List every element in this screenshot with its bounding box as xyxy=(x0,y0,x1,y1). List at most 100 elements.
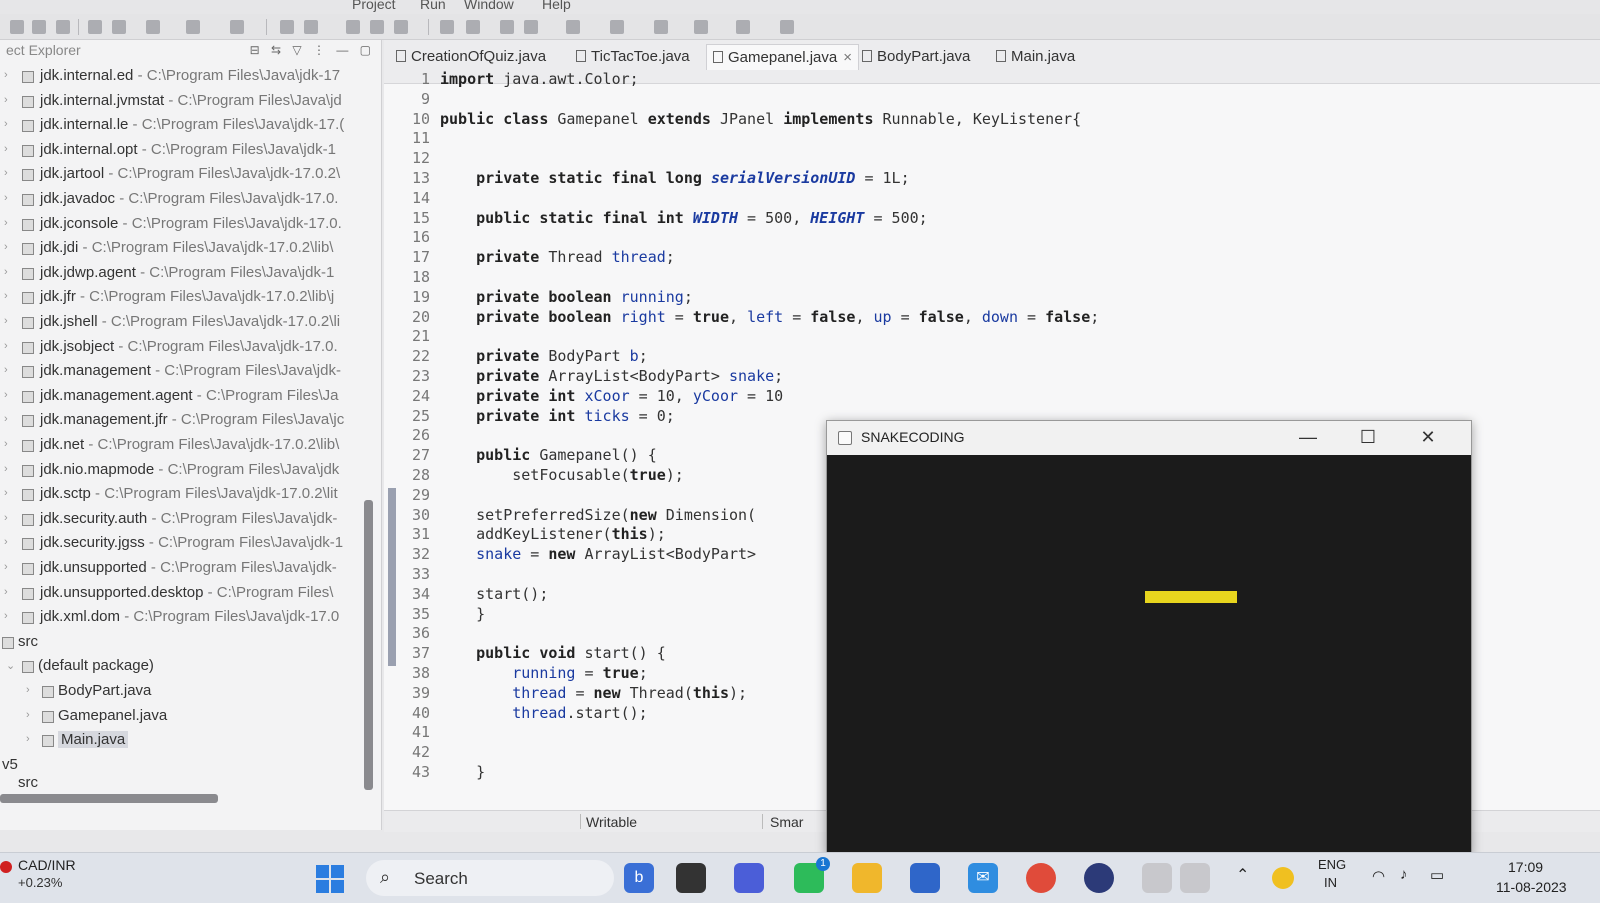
tab-tictactoe[interactable]: TicTacToe.java xyxy=(576,48,690,65)
tree-item-library[interactable]: › jdk.unsupported - C:\Program Files\Java… xyxy=(0,558,365,580)
maximize-button[interactable]: ☐ xyxy=(1351,425,1385,451)
tree-item-library[interactable]: › jdk.jshell - C:\Program Files\Java\jdk-… xyxy=(0,312,365,334)
minimize-button[interactable]: — xyxy=(1291,425,1325,451)
tree-item-library[interactable]: › jdk.security.auth - C:\Program Files\Ja… xyxy=(0,509,365,531)
tree-item-library[interactable]: › jdk.jdwp.agent - C:\Program Files\Java\… xyxy=(0,263,365,285)
chevron-right-icon[interactable]: › xyxy=(4,266,8,278)
forward-icon[interactable] xyxy=(694,20,708,34)
windows-start-button[interactable] xyxy=(316,865,344,893)
code-text[interactable]: setPreferredSize(new Dimension( xyxy=(440,506,756,524)
tree-item-library[interactable]: › jdk.javadoc - C:\Program Files\Java\jdk… xyxy=(0,189,365,211)
code-text[interactable]: private ArrayList<BodyPart> snake; xyxy=(440,367,783,385)
tree-item-library[interactable]: › jdk.unsupported.desktop - C:\Program Fi… xyxy=(0,583,365,605)
tab-main[interactable]: Main.java xyxy=(996,48,1075,65)
chevron-right-icon[interactable]: › xyxy=(4,290,8,302)
chrome-icon[interactable] xyxy=(1026,863,1056,893)
region-indicator[interactable]: IN xyxy=(1324,875,1337,890)
debug-icon[interactable] xyxy=(112,20,126,34)
file-explorer-icon[interactable] xyxy=(852,863,882,893)
code-text[interactable]: private boolean right = true, left = fal… xyxy=(440,308,1099,326)
tree-item-src-footer[interactable]: src xyxy=(0,773,365,795)
new-icon[interactable] xyxy=(10,20,24,34)
chevron-right-icon[interactable]: › xyxy=(4,389,8,401)
menu-window[interactable]: Window xyxy=(464,0,514,12)
explorer-horizontal-scrollbar[interactable] xyxy=(0,794,218,803)
tree-item-library[interactable]: › jdk.jartool - C:\Program Files\Java\jdk… xyxy=(0,164,365,186)
mail-icon[interactable]: ✉ xyxy=(968,863,998,893)
code-text[interactable]: private Thread thread; xyxy=(440,248,675,266)
chevron-right-icon[interactable]: › xyxy=(4,167,8,179)
tree-item-library[interactable]: › jdk.internal.ed - C:\Program Files\Java… xyxy=(0,66,365,88)
tree-item-library[interactable]: › jdk.xml.dom - C:\Program Files\Java\jdk… xyxy=(0,607,365,629)
chevron-right-icon[interactable]: › xyxy=(4,118,8,130)
code-text[interactable]: import java.awt.Color; xyxy=(440,70,639,88)
code-text[interactable]: start(); xyxy=(440,585,548,603)
code-text[interactable]: public void start() { xyxy=(440,644,666,662)
tree-item-bodypart[interactable]: › BodyPart.java xyxy=(0,681,365,703)
code-text[interactable]: public static final int WIDTH = 500, HEI… xyxy=(440,209,928,227)
tab-bodypart[interactable]: BodyPart.java xyxy=(862,48,970,65)
clock-date[interactable]: 11-08-2023 xyxy=(1496,879,1567,895)
code-text[interactable]: private static final long serialVersionU… xyxy=(440,169,910,187)
new-java-project-icon[interactable] xyxy=(280,20,294,34)
chevron-right-icon[interactable]: › xyxy=(4,487,8,499)
battery-icon[interactable]: ▭ xyxy=(1430,866,1444,884)
chevron-up-icon[interactable]: ⌃ xyxy=(1236,865,1249,885)
code-text[interactable]: private BodyPart b; xyxy=(440,347,648,365)
tree-item-library[interactable]: › jdk.security.jgss - C:\Program Files\Ja… xyxy=(0,533,365,555)
tree-item-library[interactable]: › jdk.management - C:\Program Files\Java\… xyxy=(0,361,365,383)
show-whitespace-icon[interactable] xyxy=(524,20,538,34)
teams-chat-icon[interactable] xyxy=(734,863,764,893)
tree-item-library[interactable]: › jdk.management.agent - C:\Program Files… xyxy=(0,386,365,408)
last-edit-icon[interactable] xyxy=(736,20,750,34)
chevron-right-icon[interactable]: › xyxy=(26,733,30,745)
code-text[interactable]: private int xCoor = 10, yCoor = 10 xyxy=(440,387,783,405)
chevron-right-icon[interactable]: › xyxy=(26,709,30,721)
external-tools-icon[interactable] xyxy=(230,20,244,34)
clock-time[interactable]: 17:09 xyxy=(1508,859,1543,875)
next-annotation-icon[interactable] xyxy=(566,20,580,34)
tree-item-library[interactable]: › jdk.jfr - C:\Program Files\Java\jdk-17.… xyxy=(0,287,365,309)
tree-item-library[interactable]: › jdk.management.jfr - C:\Program Files\J… xyxy=(0,410,365,432)
tree-item-default-package[interactable]: ⌄ (default package) xyxy=(0,656,365,678)
norton-icon[interactable] xyxy=(1272,867,1294,889)
code-text[interactable]: snake = new ArrayList<BodyPart> xyxy=(440,545,756,563)
chevron-right-icon[interactable]: › xyxy=(4,94,8,106)
stock-widget-change[interactable]: +0.23% xyxy=(18,875,62,890)
volume-icon[interactable]: ♪ xyxy=(1400,866,1408,883)
task-view-icon[interactable] xyxy=(676,863,706,893)
coverage-icon[interactable] xyxy=(186,20,200,34)
new-package-icon[interactable] xyxy=(304,20,318,34)
tree-item-library[interactable]: › jdk.jsobject - C:\Program Files\Java\jd… xyxy=(0,337,365,359)
chevron-right-icon[interactable]: › xyxy=(4,536,8,548)
tab-creationofquiz[interactable]: CreationOfQuiz.java xyxy=(396,48,546,65)
save-icon[interactable] xyxy=(32,20,46,34)
tree-item-src[interactable]: src xyxy=(0,632,365,654)
code-text[interactable]: thread = new Thread(this); xyxy=(440,684,747,702)
tab-gamepanel[interactable]: Gamepanel.java × xyxy=(706,44,859,70)
wifi-icon[interactable]: ◠ xyxy=(1372,867,1385,885)
code-text[interactable]: public Gamepanel() { xyxy=(440,446,657,464)
code-text[interactable]: running = true; xyxy=(440,664,647,682)
store-icon[interactable] xyxy=(910,863,940,893)
chevron-right-icon[interactable]: › xyxy=(4,364,8,376)
language-indicator[interactable]: ENG xyxy=(1318,857,1346,872)
tree-item-library[interactable]: › jdk.nio.mapmode - C:\Program Files\Java… xyxy=(0,460,365,482)
snake-game-window[interactable]: SNAKECODING — ☐ ✕ xyxy=(826,420,1472,855)
chevron-right-icon[interactable]: › xyxy=(4,143,8,155)
close-icon[interactable]: × xyxy=(843,49,852,66)
search-icon[interactable] xyxy=(394,20,408,34)
game-title-bar[interactable]: SNAKECODING — ☐ ✕ xyxy=(827,421,1471,455)
taskbar-search[interactable]: ⌕ Search xyxy=(366,860,614,896)
stock-widget-name[interactable]: CAD/INR xyxy=(18,857,76,873)
code-text[interactable]: } xyxy=(440,763,485,781)
new-class-icon[interactable] xyxy=(346,20,360,34)
tree-item-library[interactable]: › jdk.internal.opt - C:\Program Files\Jav… xyxy=(0,140,365,162)
chevron-right-icon[interactable]: › xyxy=(4,561,8,573)
menu-project[interactable]: Project xyxy=(352,0,396,12)
chevron-right-icon[interactable]: › xyxy=(4,69,8,81)
tree-item-library[interactable]: › jdk.sctp - C:\Program Files\Java\jdk-17… xyxy=(0,484,365,506)
mark-occurrences-icon[interactable] xyxy=(466,20,480,34)
chevron-right-icon[interactable]: › xyxy=(4,413,8,425)
game-canvas[interactable] xyxy=(827,455,1471,854)
